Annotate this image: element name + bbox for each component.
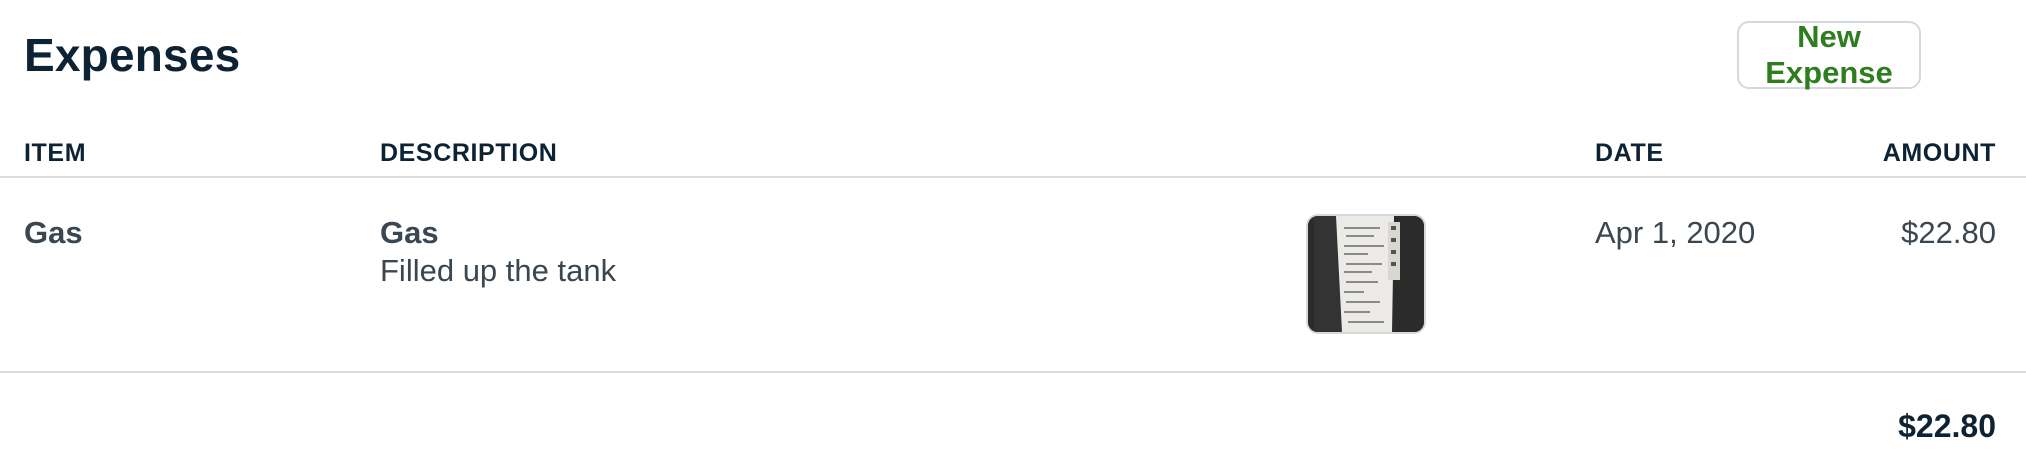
header-divider: [0, 176, 2026, 178]
expense-description-text: Filled up the tank: [380, 253, 617, 288]
page-title: Expenses: [24, 29, 241, 81]
new-expense-button[interactable]: New Expense: [1737, 19, 1921, 90]
expense-amount: $22.80: [1901, 215, 1996, 250]
receipt-icon: [1308, 216, 1424, 332]
expenses-page: Expenses New Expense ITEM DESCRIPTION DA…: [0, 0, 2026, 470]
receipt-thumbnail[interactable]: [1306, 214, 1426, 334]
expense-date: Apr 1, 2020: [1595, 215, 1756, 250]
column-header-item: ITEM: [24, 139, 87, 167]
expense-description-title: Gas: [380, 215, 439, 250]
row-divider: [0, 371, 2026, 373]
expense-item-name: Gas: [24, 215, 83, 250]
column-header-date: DATE: [1595, 139, 1664, 167]
total-amount: $22.80: [1898, 408, 1996, 444]
column-header-amount: AMOUNT: [1882, 139, 1996, 167]
column-header-description: DESCRIPTION: [380, 139, 558, 167]
